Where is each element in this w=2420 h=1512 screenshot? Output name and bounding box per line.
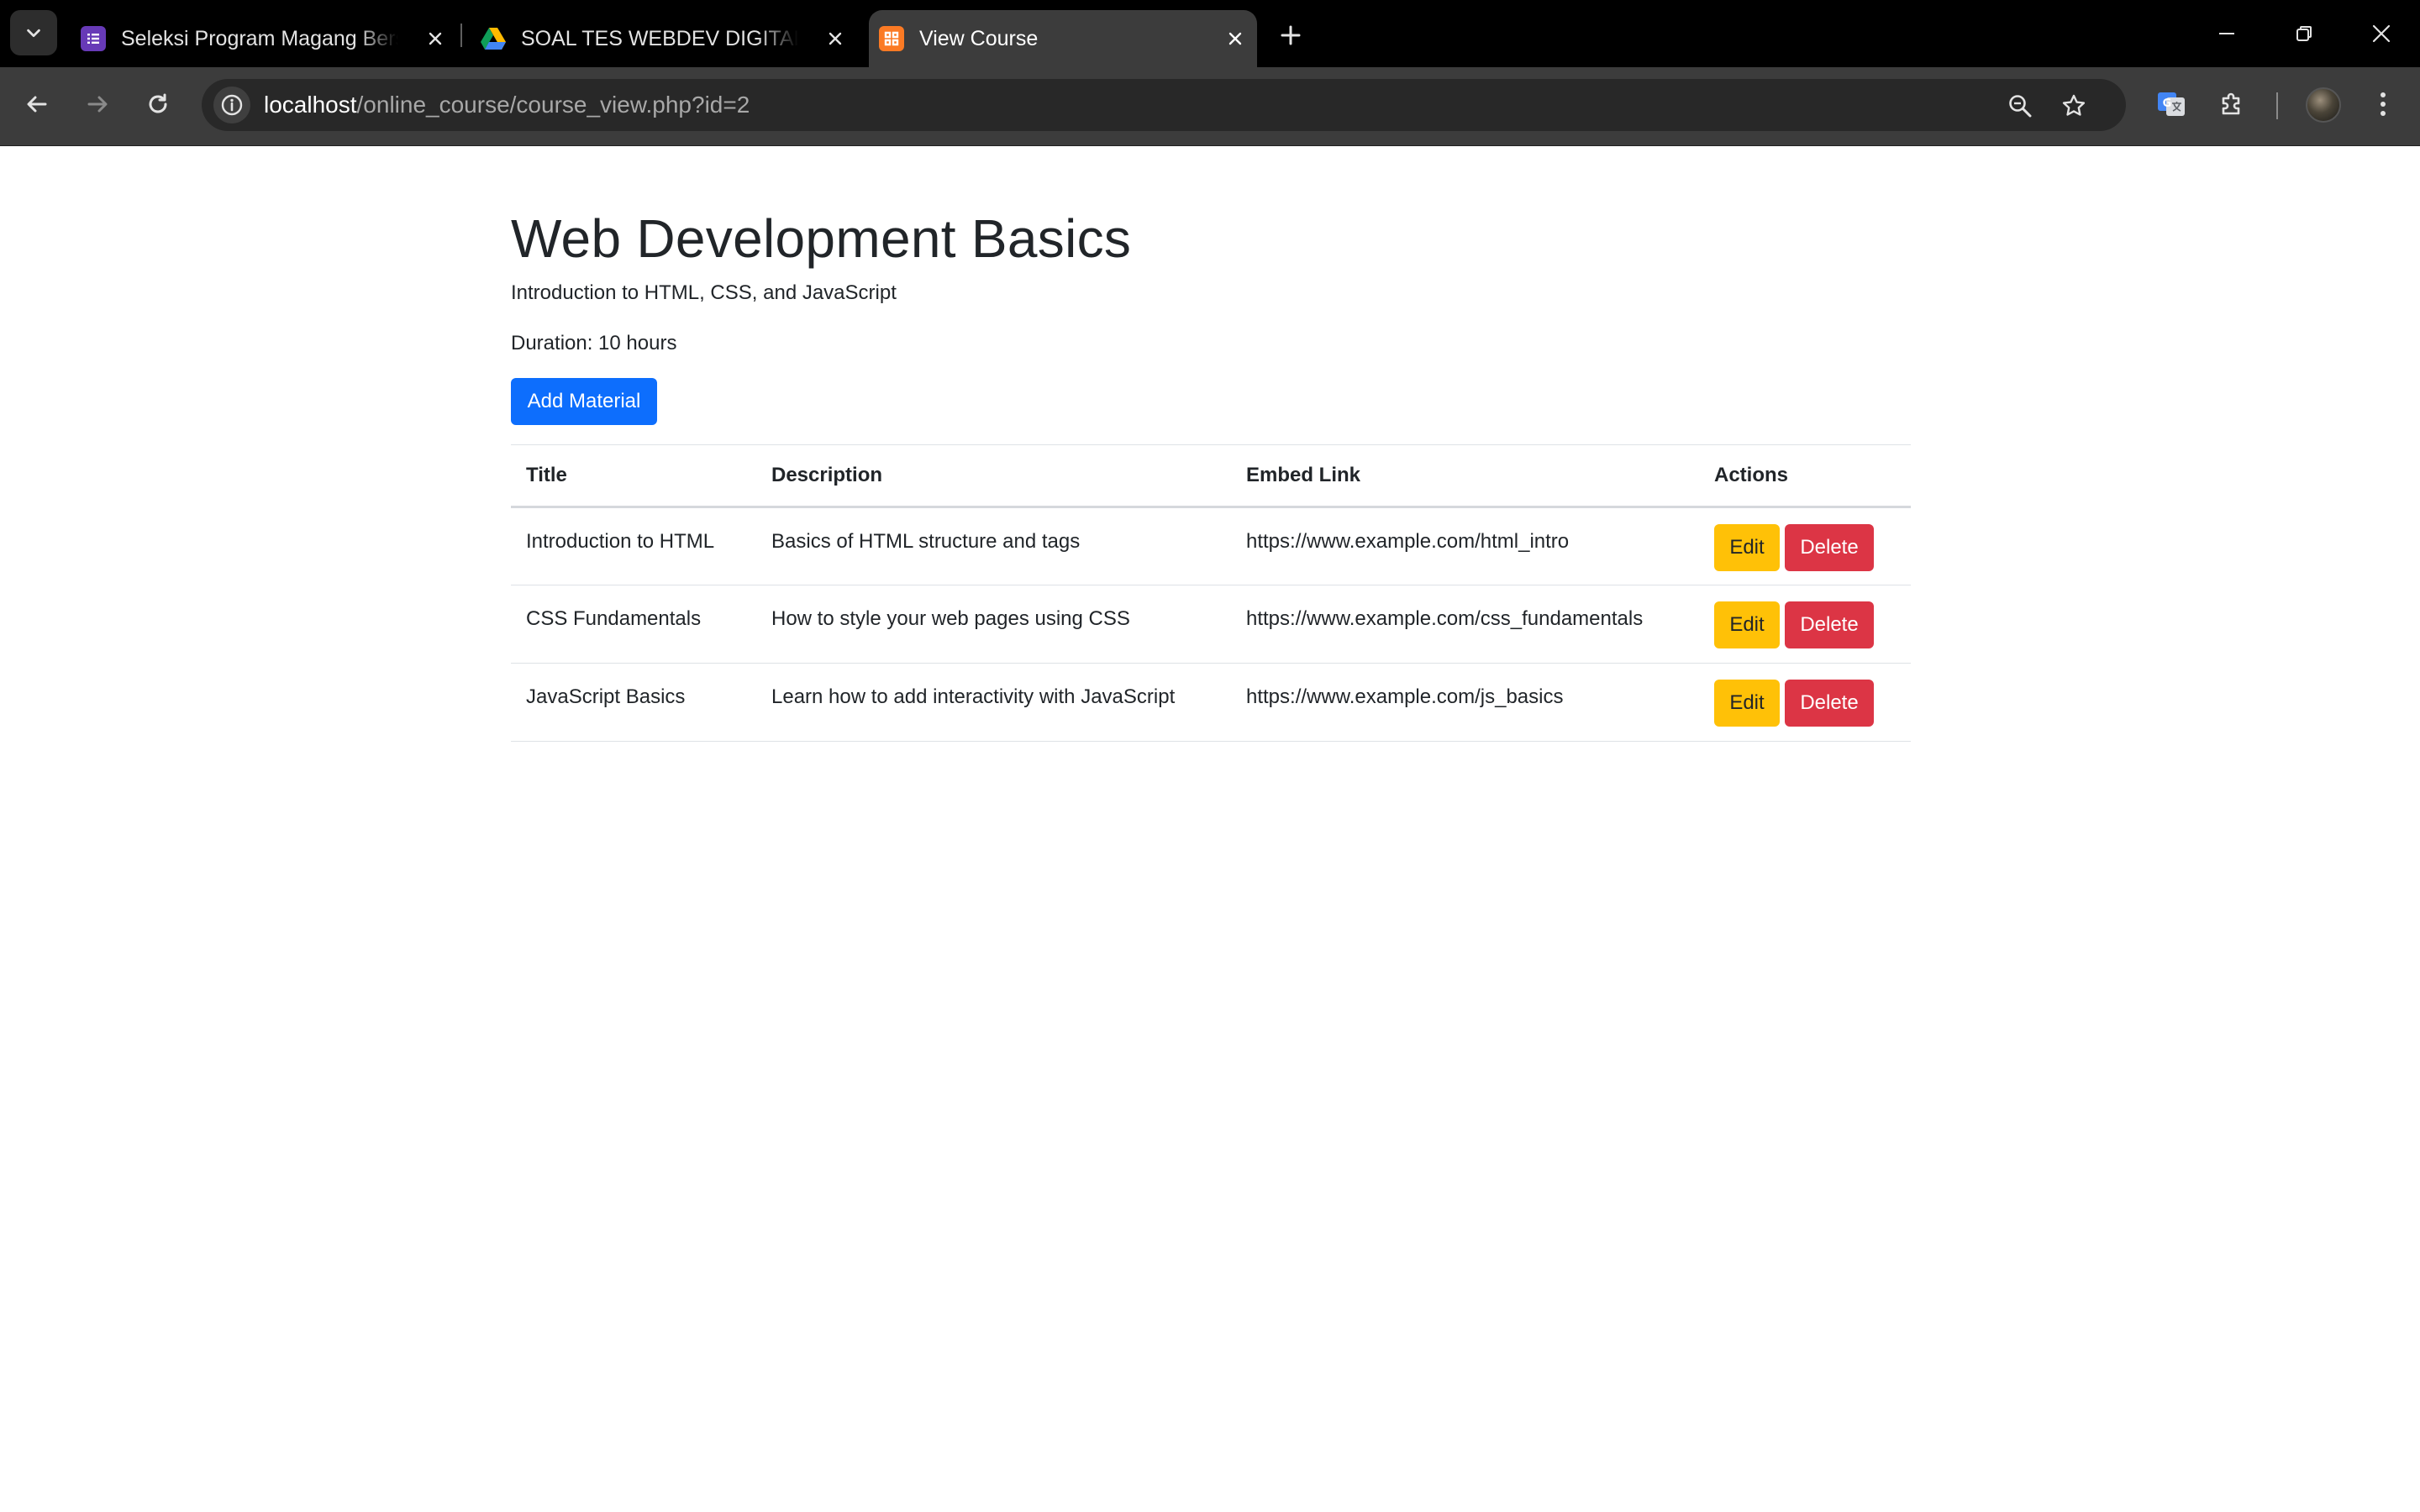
edit-button[interactable]: Edit: [1714, 601, 1780, 648]
tab-search-button[interactable]: [10, 10, 57, 55]
restore-icon: [2296, 26, 2312, 41]
table-row: JavaScript Basics Learn how to add inter…: [511, 663, 1911, 742]
material-description: Basics of HTML structure and tags: [756, 507, 1231, 585]
row-actions: Edit Delete: [1699, 663, 1911, 742]
avatar[interactable]: [2306, 87, 2341, 123]
drive-icon: [481, 26, 506, 51]
material-embed-link: https://www.example.com/js_basics: [1231, 663, 1699, 742]
url-host: localhost: [264, 92, 357, 118]
column-header-actions: Actions: [1699, 444, 1911, 508]
reload-button[interactable]: [138, 84, 178, 124]
tab-strip: Seleksi Program Magang Bersertifikat SOA…: [0, 0, 2420, 67]
forward-button[interactable]: [77, 84, 118, 124]
extensions-icon[interactable]: [2213, 86, 2250, 123]
xampp-icon: [879, 26, 904, 51]
material-description: How to style your web pages using CSS: [756, 585, 1231, 664]
back-button[interactable]: [17, 84, 57, 124]
browser-toolbar: localhost/online_course/course_view.php?…: [0, 67, 2420, 146]
table-row: CSS Fundamentals How to style your web p…: [511, 585, 1911, 664]
url-text[interactable]: localhost/online_course/course_view.php?…: [264, 92, 750, 118]
close-icon[interactable]: [825, 29, 845, 49]
edit-button[interactable]: Edit: [1714, 524, 1780, 571]
table-header-row: Title Description Embed Link Actions: [511, 444, 1911, 508]
restore-button[interactable]: [2286, 15, 2323, 52]
material-title: JavaScript Basics: [511, 663, 756, 742]
close-icon: [2372, 24, 2391, 43]
arrow-right-icon: [87, 96, 108, 113]
row-actions: Edit Delete: [1699, 507, 1911, 585]
address-bar[interactable]: localhost/online_course/course_view.php?…: [202, 79, 2126, 131]
more-menu-icon[interactable]: [2365, 86, 2402, 123]
material-embed-link: https://www.example.com/html_intro: [1231, 507, 1699, 585]
url-path: /online_course/course_view.php?id=2: [356, 92, 750, 118]
tab-title: View Course: [919, 26, 1039, 50]
material-title: CSS Fundamentals: [511, 585, 756, 664]
bookmark-star-icon[interactable]: [2057, 89, 2091, 123]
materials-table: Title Description Embed Link Actions Int…: [511, 444, 1911, 742]
arrow-left-icon: [27, 96, 47, 113]
close-icon[interactable]: [1225, 29, 1245, 49]
toolbar-divider: [2276, 92, 2278, 119]
edit-button[interactable]: Edit: [1714, 680, 1780, 727]
tab-title: SOAL TES WEBDEV DIGITALIZ B: [521, 26, 798, 50]
column-header-title: Title: [511, 444, 756, 508]
site-info-icon[interactable]: [213, 87, 250, 123]
material-description: Learn how to add interactivity with Java…: [756, 663, 1231, 742]
course-description: Introduction to HTML, CSS, and JavaScrip…: [511, 281, 897, 304]
page-content: Web Development Basics Introduction to H…: [0, 147, 2420, 1512]
tab-divider: [460, 24, 462, 47]
delete-button[interactable]: Delete: [1785, 680, 1874, 727]
svg-text:G: G: [2163, 97, 2172, 110]
plus-icon: [1281, 25, 1301, 45]
course-duration: Duration: 10 hours: [511, 332, 677, 354]
tab-seleksi-program[interactable]: Seleksi Program Magang Bersertifikat: [71, 10, 457, 67]
close-window-button[interactable]: [2363, 15, 2400, 52]
row-actions: Edit Delete: [1699, 585, 1911, 664]
column-header-embed-link: Embed Link: [1231, 444, 1699, 508]
material-embed-link: https://www.example.com/css_fundamentals: [1231, 585, 1699, 664]
delete-button[interactable]: Delete: [1785, 524, 1874, 571]
google-translate-icon[interactable]: G: [2153, 86, 2190, 123]
minimize-button[interactable]: [2208, 15, 2245, 52]
page-title: Web Development Basics: [511, 208, 1132, 269]
new-tab-button[interactable]: [1274, 18, 1307, 52]
zoom-icon[interactable]: [2003, 89, 2037, 123]
material-title: Introduction to HTML: [511, 507, 756, 585]
reload-icon: [149, 93, 167, 113]
tab-view-course[interactable]: View Course: [869, 10, 1257, 67]
tab-soal-tes[interactable]: SOAL TES WEBDEV DIGITALIZ B: [471, 10, 857, 67]
add-material-button[interactable]: Add Material: [511, 378, 657, 425]
chevron-down-icon: [27, 29, 40, 38]
close-icon[interactable]: [425, 29, 445, 49]
tab-title: Seleksi Program Magang Bersertifikat: [121, 26, 398, 50]
table-row: Introduction to HTML Basics of HTML stru…: [511, 507, 1911, 585]
column-header-description: Description: [756, 444, 1231, 508]
delete-button[interactable]: Delete: [1785, 601, 1874, 648]
forms-icon: [81, 26, 106, 51]
minimize-icon: [2219, 33, 2234, 34]
